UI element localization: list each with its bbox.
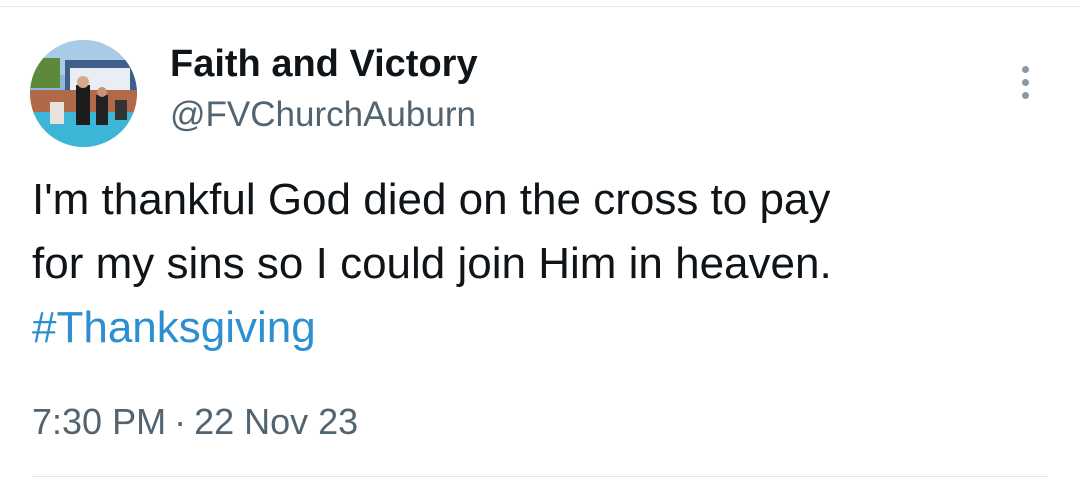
tweet-time: 7:30 PM <box>32 401 167 442</box>
tweet-text: I'm thankful God died on the cross to pa… <box>32 168 1012 360</box>
timestamp-separator: · <box>174 401 187 442</box>
avatar-photo-image <box>30 40 137 147</box>
tweet-text-line: I'm thankful God died on the cross to pa… <box>32 175 831 224</box>
author-display-name[interactable]: Faith and Victory <box>170 40 478 88</box>
tweet-card: Faith and Victory @FVChurchAuburn I'm th… <box>0 0 1080 481</box>
avatar[interactable] <box>30 40 137 147</box>
tweet-date: 22 Nov 23 <box>194 401 359 442</box>
author-handle[interactable]: @FVChurchAuburn <box>170 93 476 137</box>
tweet-text-line: for my sins so I could join Him in heave… <box>32 239 832 288</box>
tweet-timestamp[interactable]: 7:30 PM · 22 Nov 23 <box>32 398 358 446</box>
hashtag-link[interactable]: #Thanksgiving <box>32 303 316 352</box>
more-options-button[interactable] <box>1008 58 1044 106</box>
bottom-divider <box>32 476 1048 477</box>
top-divider <box>0 6 1080 7</box>
